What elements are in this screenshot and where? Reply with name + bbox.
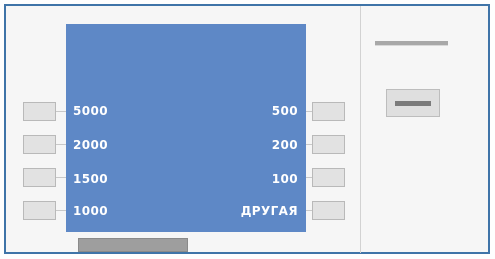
- cash-dispenser-slot[interactable]: [375, 41, 448, 46]
- amount-label-2000: 2000: [73, 138, 108, 152]
- key-leader-line: [56, 111, 66, 112]
- card-slot[interactable]: [78, 238, 188, 252]
- select-100-button[interactable]: [312, 168, 345, 187]
- select-1000-button[interactable]: [23, 201, 56, 220]
- receipt-slot[interactable]: [386, 89, 440, 117]
- select-200-button[interactable]: [312, 135, 345, 154]
- amount-label-5000: 5000: [73, 104, 108, 118]
- amount-label-1000: 1000: [73, 204, 108, 218]
- amount-label-1500: 1500: [73, 172, 108, 186]
- amount-label-100: 100: [271, 172, 298, 186]
- select-5000-button[interactable]: [23, 102, 56, 121]
- amount-label-500: 500: [271, 104, 298, 118]
- key-leader-line: [306, 177, 312, 178]
- key-leader-line: [56, 177, 66, 178]
- select-other-amount-button[interactable]: [312, 201, 345, 220]
- key-leader-line: [306, 210, 312, 211]
- select-500-button[interactable]: [312, 102, 345, 121]
- key-leader-line: [306, 144, 312, 145]
- select-2000-button[interactable]: [23, 135, 56, 154]
- amount-label-200: 200: [271, 138, 298, 152]
- panel-divider: [360, 6, 361, 253]
- key-leader-line: [56, 144, 66, 145]
- receipt-slot-opening: [395, 101, 431, 106]
- key-leader-line: [306, 111, 312, 112]
- amount-label-other: ДРУГАЯ: [240, 204, 298, 218]
- select-1500-button[interactable]: [23, 168, 56, 187]
- key-leader-line: [56, 210, 66, 211]
- atm-screen: 5000 2000 1500 1000 500 200 100 ДРУГАЯ: [66, 24, 306, 232]
